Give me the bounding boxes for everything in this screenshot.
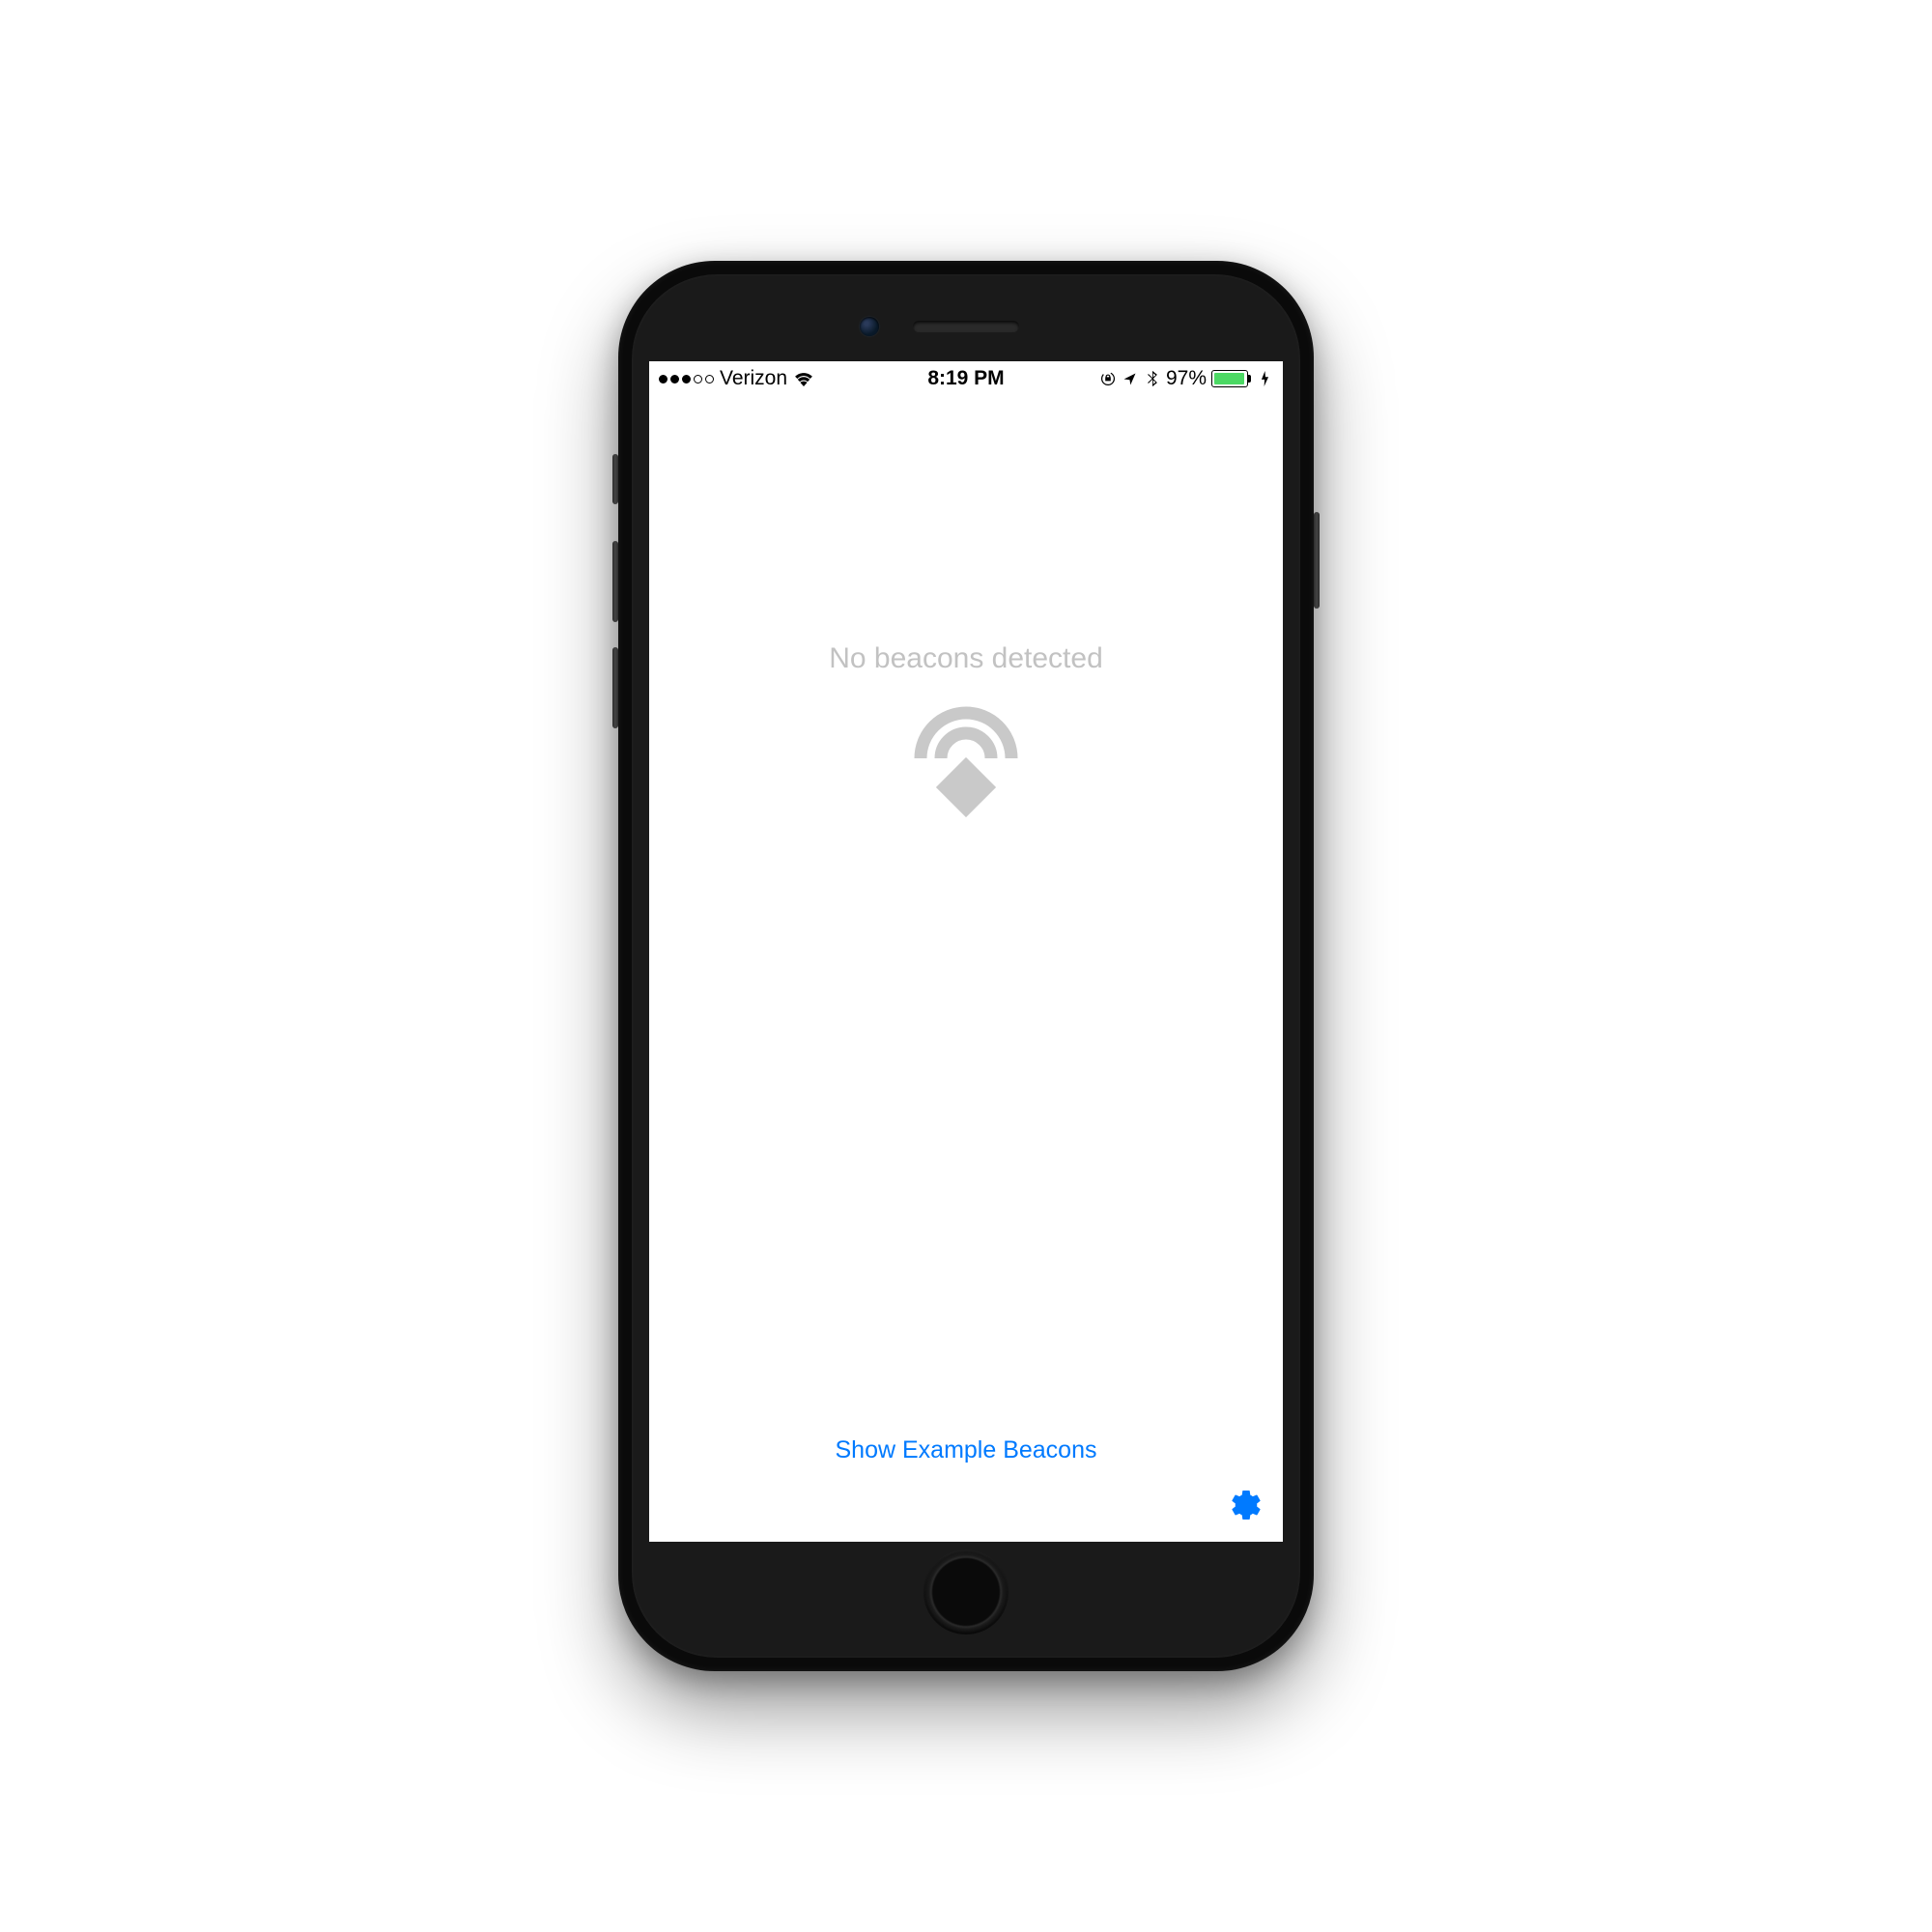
phone-bezel: Verizon 8:19 PM <box>632 274 1300 1658</box>
carrier-label: Verizon <box>720 367 787 390</box>
speaker-grille <box>913 321 1019 332</box>
screen: Verizon 8:19 PM <box>649 361 1283 1542</box>
status-bar-left: Verizon <box>659 367 814 390</box>
empty-state-text: No beacons detected <box>829 642 1103 675</box>
mute-switch <box>612 454 618 504</box>
status-bar-right: 97% <box>1099 367 1273 390</box>
bluetooth-icon <box>1144 370 1161 387</box>
location-icon <box>1122 370 1139 387</box>
orientation-lock-icon <box>1099 370 1117 387</box>
signal-strength-icon <box>659 375 714 384</box>
empty-state: No beacons detected <box>829 642 1103 857</box>
battery-icon <box>1211 370 1251 387</box>
phone-device-frame: Verizon 8:19 PM <box>618 261 1314 1671</box>
show-example-beacons-link[interactable]: Show Example Beacons <box>836 1436 1097 1464</box>
main-content: No beacons detected Show Example Beacons <box>649 396 1283 1542</box>
volume-down-button <box>612 647 618 728</box>
charging-icon <box>1256 370 1273 387</box>
status-bar: Verizon 8:19 PM <box>649 361 1283 396</box>
home-button[interactable] <box>923 1549 1009 1634</box>
volume-up-button <box>612 541 618 622</box>
front-camera <box>860 317 879 336</box>
status-bar-time: 8:19 PM <box>927 367 1004 390</box>
battery-percentage: 97% <box>1166 367 1207 390</box>
settings-button[interactable] <box>1225 1484 1267 1526</box>
beacon-icon <box>894 693 1038 857</box>
power-button <box>1314 512 1320 609</box>
gear-icon <box>1229 1488 1264 1522</box>
wifi-icon <box>793 371 814 386</box>
